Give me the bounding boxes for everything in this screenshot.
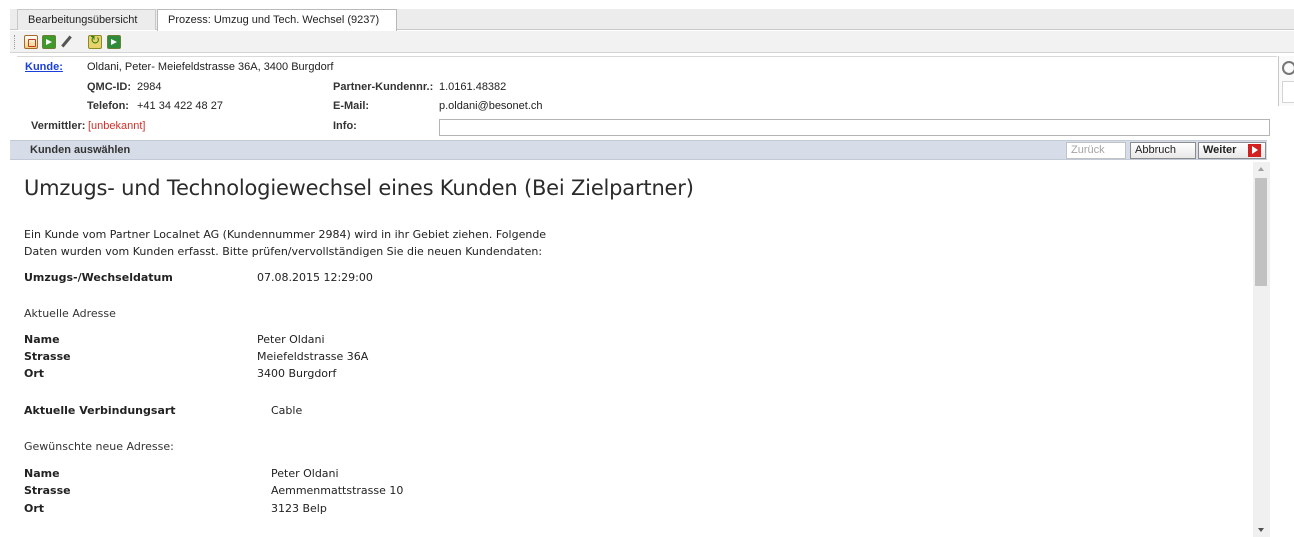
- current-strasse-value: Meiefeldstrasse 36A: [257, 350, 369, 363]
- side-panel-handle[interactable]: [1282, 81, 1294, 103]
- info-input[interactable]: [439, 119, 1270, 136]
- verbindungsart-value: Cable: [271, 404, 303, 417]
- back-button[interactable]: Zurück: [1066, 142, 1126, 159]
- edit-form-icon[interactable]: [24, 35, 38, 49]
- intro-line-2: Daten wurden vom Kunden erfasst. Bitte p…: [24, 245, 543, 258]
- refresh-circle-icon[interactable]: [1282, 61, 1294, 75]
- vermittler-label: Vermittler:: [31, 120, 86, 132]
- datum-label: Umzugs-/Wechseldatum: [24, 271, 173, 284]
- cancel-button[interactable]: Abbruch: [1130, 142, 1196, 159]
- telefon-label: Telefon:: [87, 100, 129, 112]
- kunde-value: Oldani, Peter- Meiefeldstrasse 36A, 3400…: [87, 61, 334, 73]
- current-name-value: Peter Oldani: [257, 333, 325, 346]
- action-bar-title: Kunden auswählen: [30, 144, 131, 156]
- tab-strip: Bearbeitungsübersicht Prozess: Umzug und…: [0, 0, 1294, 31]
- email-value: p.oldani@besonet.ch: [439, 100, 543, 112]
- refresh-icon[interactable]: [88, 33, 102, 49]
- customer-header: Kunde: Oldani, Peter- Meiefeldstrasse 36…: [17, 56, 1277, 140]
- process-content: Umzugs- und Technologiewechsel eines Kun…: [10, 162, 1253, 537]
- next-button[interactable]: Weiter: [1198, 142, 1266, 159]
- info-label: Info:: [333, 120, 357, 132]
- tab-bearbeitungsuebersicht[interactable]: Bearbeitungsübersicht: [17, 9, 156, 30]
- new-strasse-value: Aemmenmattstrasse 10: [271, 484, 404, 497]
- tab-prozess-umzug[interactable]: Prozess: Umzug und Tech. Wechsel (9237): [157, 9, 397, 31]
- arrow-right-icon: [1248, 144, 1261, 157]
- current-ort-value: 3400 Burgdorf: [257, 367, 337, 380]
- current-strasse-label: Strasse: [24, 350, 71, 363]
- new-ort-value: 3123 Belp: [271, 502, 327, 515]
- qmc-value: 2984: [137, 81, 162, 93]
- vermittler-value: [unbekannt]: [88, 120, 146, 132]
- export-icon[interactable]: [107, 35, 121, 49]
- new-strasse-label: Strasse: [24, 484, 71, 497]
- verbindungsart-label: Aktuelle Verbindungsart: [24, 404, 176, 417]
- intro-line-1: Ein Kunde vom Partner Localnet AG (Kunde…: [24, 228, 547, 241]
- qmc-label: QMC-ID:: [87, 81, 131, 93]
- current-ort-label: Ort: [24, 367, 45, 380]
- partner-kundennr-label: Partner-Kundennr.:: [333, 81, 434, 93]
- scrollbar-thumb[interactable]: [1255, 178, 1267, 286]
- vertical-scrollbar[interactable]: [1253, 162, 1270, 537]
- toolbar-grip: [14, 35, 16, 49]
- kunde-link[interactable]: Kunde:: [25, 61, 63, 73]
- pencil-icon[interactable]: [60, 35, 74, 49]
- datum-value: 07.08.2015 12:29:00: [257, 271, 373, 284]
- current-name-label: Name: [24, 333, 60, 346]
- partner-kundennr-value: 1.0161.48382: [439, 81, 507, 93]
- scroll-down-icon[interactable]: [1258, 528, 1264, 532]
- telefon-value: +41 34 422 48 27: [137, 100, 223, 112]
- next-button-label: Weiter: [1203, 144, 1237, 156]
- toolbar: [10, 31, 1294, 53]
- action-bar: Kunden auswählen Zurück Abbruch Weiter: [10, 140, 1267, 160]
- current-address-heading: Aktuelle Adresse: [24, 307, 116, 320]
- scroll-up-icon[interactable]: [1258, 167, 1264, 171]
- new-address-heading: Gewünschte neue Adresse:: [24, 440, 174, 453]
- new-name-value: Peter Oldani: [271, 467, 339, 480]
- import-icon[interactable]: [42, 35, 56, 49]
- new-name-label: Name: [24, 467, 60, 480]
- page-title: Umzugs- und Technologiewechsel eines Kun…: [24, 176, 694, 200]
- new-ort-label: Ort: [24, 502, 45, 515]
- email-label: E-Mail:: [333, 100, 370, 112]
